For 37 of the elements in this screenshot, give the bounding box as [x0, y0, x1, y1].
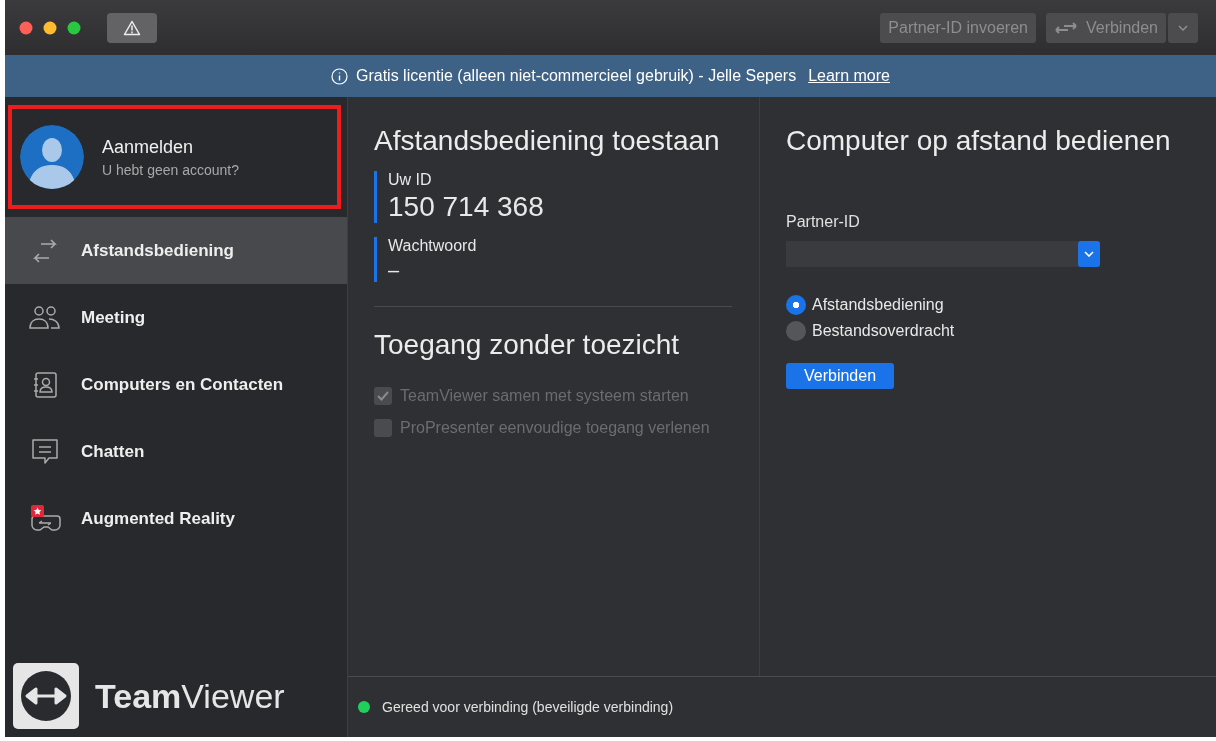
logo-icon: [13, 663, 79, 729]
sidebar-item[interactable]: Afstandsbediening: [5, 217, 347, 284]
arrows-icon: [1053, 21, 1078, 34]
field-value: 150 714 368: [388, 191, 544, 223]
sign-in-label: Aanmelden: [102, 136, 195, 158]
sidebar-item[interactable]: Meeting: [5, 284, 347, 351]
logo-wordmark: TeamViewer: [95, 676, 285, 716]
sidebar-item[interactable]: Chatten: [5, 418, 347, 485]
sidebar-item[interactable]: Augmented Reality: [5, 485, 347, 552]
checkbox-label: ProPresenter eenvoudige toegang verlenen: [400, 418, 710, 438]
avatar-icon: [20, 125, 84, 189]
field-label: Partner-ID: [786, 213, 860, 231]
people-icon: [27, 304, 63, 331]
field-label: Uw ID: [388, 171, 433, 189]
learn-more-link[interactable]: Learn more: [808, 67, 890, 85]
warning-button[interactable]: [107, 12, 157, 43]
radio-button[interactable]: [786, 295, 806, 315]
section-title: Toegang zonder toezicht: [374, 329, 681, 361]
radio-label: Afstandsbediening: [812, 296, 944, 314]
field-value: –: [388, 259, 401, 282]
checkbox-label: TeamViewer samen met systeem starten: [400, 386, 689, 406]
info-icon: [331, 67, 348, 85]
status-text: Gereed voor verbinding (beveiligde verbinding): [382, 699, 674, 715]
section-title: Computer op afstand bedienen: [786, 125, 1171, 157]
connect-button[interactable]: Verbinden: [786, 363, 895, 389]
caret-icon: [1178, 24, 1188, 31]
warning-icon: [123, 19, 141, 36]
account-panel[interactable]: Aanmelden U hebt geen account?: [8, 105, 341, 209]
chevron-down-icon: [1084, 251, 1094, 257]
sidebar-item[interactable]: Computers en Contacten: [5, 351, 347, 418]
field-label: Wachtwoord: [388, 237, 477, 255]
radio-label: Bestandsoverdracht: [812, 322, 955, 340]
license-text: Gratis licentie (alleen niet-commercieel gebruik) - Jelle Sepers: [356, 67, 797, 85]
section-title: Afstandsbediening toestaan: [374, 125, 721, 157]
account-hint: U hebt geen account?: [102, 161, 239, 178]
radio-button[interactable]: [786, 321, 806, 341]
partner-id-field[interactable]: [786, 241, 1100, 267]
